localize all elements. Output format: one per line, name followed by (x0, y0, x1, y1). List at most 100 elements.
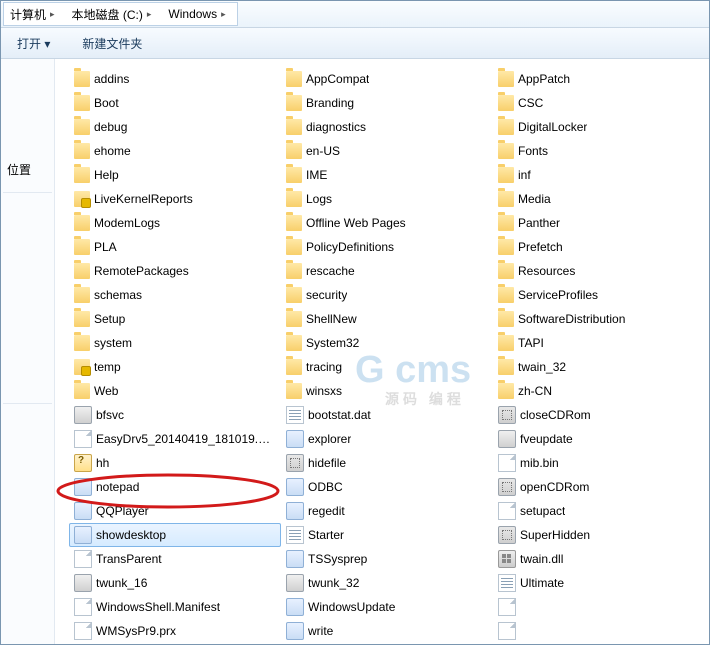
file-item[interactable]: notepad (69, 475, 281, 499)
file-item[interactable]: schemas (69, 283, 281, 307)
file-item[interactable]: CSC (493, 91, 673, 115)
file-item[interactable]: debug (69, 115, 281, 139)
file-item[interactable]: Boot (69, 91, 281, 115)
file-item[interactable]: TSSysprep (281, 547, 493, 571)
file-item[interactable]: Fonts (493, 139, 673, 163)
file-item[interactable]: TransParent (69, 547, 281, 571)
file-item[interactable]: RemotePackages (69, 259, 281, 283)
file-item[interactable]: setupact (493, 499, 673, 523)
file-item[interactable]: tracing (281, 355, 493, 379)
breadcrumb-computer[interactable]: 计算机▸ (4, 3, 66, 25)
file-item[interactable]: security (281, 283, 493, 307)
file-item[interactable]: ServiceProfiles (493, 283, 673, 307)
file-item[interactable]: mib.bin (493, 451, 673, 475)
file-item[interactable]: ModemLogs (69, 211, 281, 235)
file-item[interactable] (493, 595, 673, 619)
chevron-right-icon[interactable]: ▸ (46, 9, 59, 20)
file-item[interactable]: temp (69, 355, 281, 379)
file-item[interactable]: LiveKernelReports (69, 187, 281, 211)
file-item[interactable]: closeCDRom (493, 403, 673, 427)
file-item[interactable]: showdesktop (69, 523, 281, 547)
file-item[interactable]: twain_32 (493, 355, 673, 379)
file-item[interactable]: ODBC (281, 475, 493, 499)
file-item[interactable]: PolicyDefinitions (281, 235, 493, 259)
breadcrumb-drive[interactable]: 本地磁盘 (C:)▸ (66, 3, 163, 25)
file-item[interactable] (493, 619, 673, 643)
file-item[interactable]: Setup (69, 307, 281, 331)
file-label: SuperHidden (520, 528, 590, 542)
file-item[interactable]: Media (493, 187, 673, 211)
file-icon (498, 454, 516, 472)
exe-icon (498, 430, 516, 448)
file-item[interactable]: hidefile (281, 451, 493, 475)
file-item[interactable]: System32 (281, 331, 493, 355)
file-item[interactable]: TAPI (493, 331, 673, 355)
file-item[interactable]: Panther (493, 211, 673, 235)
file-item[interactable]: EasyDrv5_20140419_181019.ed5l... (69, 427, 281, 451)
file-item[interactable]: en-US (281, 139, 493, 163)
new-folder-button[interactable]: 新建文件夹 (76, 33, 148, 54)
nav-pane[interactable]: 位置 (1, 59, 55, 644)
file-icon (74, 550, 92, 568)
file-item[interactable]: rescache (281, 259, 493, 283)
nav-item-recent[interactable]: 位置 (1, 157, 54, 182)
file-item[interactable]: Prefetch (493, 235, 673, 259)
file-item[interactable]: AppPatch (493, 67, 673, 91)
file-item[interactable]: twain.dll (493, 547, 673, 571)
file-item[interactable]: Help (69, 163, 281, 187)
file-list[interactable]: addinsBootdebugehomeHelpLiveKernelReport… (55, 59, 709, 644)
file-item[interactable]: write (281, 619, 493, 643)
file-item[interactable]: regedit (281, 499, 493, 523)
folder-icon (498, 95, 514, 111)
file-item[interactable]: ehome (69, 139, 281, 163)
file-item[interactable]: Web (69, 379, 281, 403)
folder-icon (498, 119, 514, 135)
file-item[interactable]: fveupdate (493, 427, 673, 451)
file-item[interactable]: zh-CN (493, 379, 673, 403)
file-item[interactable]: SoftwareDistribution (493, 307, 673, 331)
nav-separator (3, 192, 52, 193)
file-item[interactable]: WindowsUpdate (281, 595, 493, 619)
file-item[interactable]: AppCompat (281, 67, 493, 91)
toolbar: 打开 ▾ 新建文件夹 (1, 28, 709, 59)
file-item[interactable]: IME (281, 163, 493, 187)
breadcrumb-folder[interactable]: Windows▸ (162, 3, 236, 25)
file-item[interactable]: hh (69, 451, 281, 475)
file-item[interactable]: DigitalLocker (493, 115, 673, 139)
file-item[interactable]: addins (69, 67, 281, 91)
folder-icon (498, 359, 514, 375)
file-item[interactable]: bootstat.dat (281, 403, 493, 427)
file-item[interactable]: Resources (493, 259, 673, 283)
file-item[interactable]: WMSysPr9.prx (69, 619, 281, 643)
file-item[interactable]: PLA (69, 235, 281, 259)
app-icon (74, 478, 92, 496)
app-icon (74, 526, 92, 544)
file-item[interactable]: Offline Web Pages (281, 211, 493, 235)
file-label: twain.dll (520, 552, 563, 566)
file-item[interactable]: QQPlayer (69, 499, 281, 523)
file-item[interactable]: explorer (281, 427, 493, 451)
file-item[interactable]: inf (493, 163, 673, 187)
file-item[interactable]: Logs (281, 187, 493, 211)
app-icon (286, 622, 304, 640)
file-item[interactable]: diagnostics (281, 115, 493, 139)
body: 位置 addinsBootdebugehomeHelpLiveKernelRep… (1, 59, 709, 644)
file-item[interactable]: Ultimate (493, 571, 673, 595)
file-item[interactable]: bfsvc (69, 403, 281, 427)
file-item[interactable]: Branding (281, 91, 493, 115)
chevron-right-icon[interactable]: ▸ (143, 9, 156, 20)
file-item[interactable]: WindowsShell.Manifest (69, 595, 281, 619)
file-item[interactable]: openCDRom (493, 475, 673, 499)
file-item[interactable]: Starter (281, 523, 493, 547)
file-item[interactable]: twunk_32 (281, 571, 493, 595)
file-item[interactable]: SuperHidden (493, 523, 673, 547)
folder-lock-icon (74, 191, 90, 207)
file-item[interactable]: twunk_16 (69, 571, 281, 595)
file-label: TAPI (518, 336, 544, 350)
file-item[interactable]: winsxs (281, 379, 493, 403)
dll-icon (498, 550, 516, 568)
open-button[interactable]: 打开 ▾ (11, 33, 56, 54)
chevron-right-icon[interactable]: ▸ (217, 9, 230, 20)
file-item[interactable]: system (69, 331, 281, 355)
file-item[interactable]: ShellNew (281, 307, 493, 331)
